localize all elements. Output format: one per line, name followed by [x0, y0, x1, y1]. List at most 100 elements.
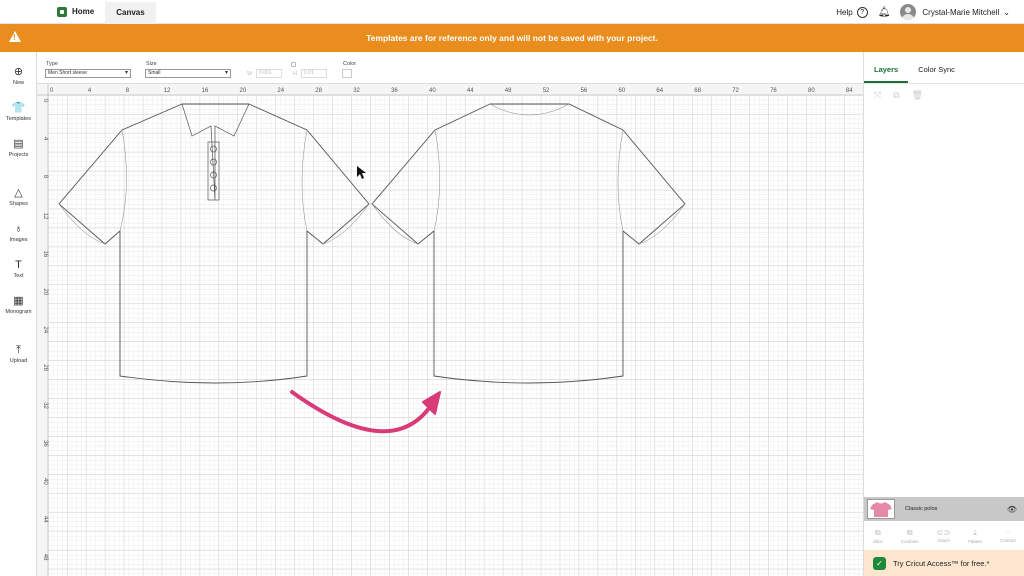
- sidebar-item-new[interactable]: ⊕ New: [0, 66, 37, 86]
- tab-home[interactable]: Home: [67, 0, 105, 24]
- sidebar-item-templates[interactable]: 👕 Templates: [0, 102, 37, 122]
- template-notice-banner: Templates are for reference only and wil…: [0, 24, 1024, 52]
- top-bar: Home Canvas Help ? 🔔︎ Crystal-Marie Mitc…: [0, 0, 1024, 24]
- layer-name: Classic polos: [905, 506, 938, 512]
- layer-action-toolbar: ⧉ Slice ⧉ Combine ⊂⊃ Attach ⤓ Flatten ◌ …: [864, 521, 1024, 550]
- trash-icon[interactable]: 🗑︎: [912, 90, 923, 101]
- user-name[interactable]: Crystal-Marie Mitchell: [922, 8, 999, 17]
- color-swatch[interactable]: [342, 69, 352, 78]
- layer-row[interactable]: Classic polos 👁︎: [864, 497, 1024, 521]
- sidebar-item-label: Text: [13, 273, 24, 279]
- banner-message: Templates are for reference only and wil…: [366, 33, 658, 43]
- sidebar-item-projects[interactable]: ▤ Projects: [0, 138, 37, 158]
- x-ruler-tick-label: 56: [581, 88, 588, 94]
- projects-icon: ▤: [13, 138, 24, 150]
- x-ruler-tick-label: 76: [770, 88, 777, 94]
- tab-canvas[interactable]: Canvas: [105, 0, 156, 24]
- y-ruler-tick-label: 24: [42, 326, 48, 333]
- tab-color-sync[interactable]: Color Sync: [908, 65, 965, 83]
- x-ruler-tick-label: 36: [391, 88, 398, 94]
- flatten-label: Flatten: [968, 538, 982, 544]
- x-ruler-tick-label: 64: [656, 88, 663, 94]
- layer-thumbnail: [867, 499, 895, 519]
- text-icon: T: [15, 259, 22, 271]
- x-ruler-tick-label: 20: [240, 88, 247, 94]
- x-ruler-tick-label: 24: [277, 88, 284, 94]
- height-field[interactable]: 0.01: [301, 69, 327, 78]
- eye-icon[interactable]: 👁︎: [1007, 505, 1017, 514]
- x-ruler-tick-label: 48: [505, 88, 512, 94]
- x-ruler-tick-label: 72: [732, 88, 739, 94]
- x-ruler-tick-label: 28: [315, 88, 322, 94]
- lock-icon[interactable]: [291, 62, 296, 67]
- left-sidebar: ⊕ New 👕 Templates ▤ Projects △ Shapes ♁ …: [0, 52, 37, 576]
- sidebar-item-label: Shapes: [9, 201, 28, 207]
- ungroup-icon[interactable]: ⤧: [874, 90, 881, 101]
- sidebar-item-label: Monogram: [5, 309, 32, 315]
- help-link[interactable]: Help: [836, 8, 852, 17]
- x-ruler-tick-label: 40: [429, 88, 436, 94]
- sidebar-item-label: Images: [9, 237, 28, 243]
- sidebar-item-shapes[interactable]: △ Shapes: [0, 187, 37, 207]
- canvas-svg[interactable]: 0 4 8 12 16 20 24 28 32 36 40 44 48 52 56 60 64 68 72 76 80 8…: [37, 84, 863, 576]
- template-property-bar: Type Men Short sleeve Size Small W 0.001…: [37, 52, 863, 84]
- duplicate-icon[interactable]: ⧉: [893, 90, 899, 101]
- x-ruler-tick-label: 44: [467, 88, 474, 94]
- cricut-access-icon: ✓: [873, 556, 886, 570]
- layers-panel-tabs: Layers Color Sync: [864, 52, 1024, 84]
- tab-layers[interactable]: Layers: [864, 65, 909, 83]
- x-ruler-tick-label: 60: [619, 88, 626, 94]
- sidebar-item-label: Upload: [9, 358, 28, 364]
- x-ruler-tick-label: 12: [164, 88, 171, 94]
- width-label: W: [247, 71, 253, 77]
- combine-button[interactable]: ⧉ Combine: [901, 528, 919, 544]
- height-label: H: [293, 71, 297, 77]
- cricut-access-promo[interactable]: ✓ Try Cricut Access™ for free.*: [864, 550, 1024, 576]
- type-label: Type: [46, 61, 58, 67]
- attach-button[interactable]: ⊂⊃ Attach: [937, 528, 950, 543]
- contour-button[interactable]: ◌ Contour: [1000, 528, 1016, 543]
- avatar[interactable]: [900, 4, 917, 20]
- sidebar-item-label: New: [12, 80, 24, 86]
- layers-panel: Layers Color Sync ⤧ ⧉ 🗑︎ Classic polos 👁…: [863, 52, 1024, 576]
- sidebar-item-upload[interactable]: ⤒ Upload: [0, 344, 37, 364]
- shapes-icon: △: [14, 187, 23, 199]
- bell-icon[interactable]: 🔔︎: [878, 7, 891, 18]
- lightbulb-icon: ♁: [14, 223, 23, 235]
- home-logo-icon[interactable]: [57, 6, 67, 17]
- access-promo-text: Try Cricut Access™ for free.*: [893, 558, 990, 568]
- combine-label: Combine: [900, 538, 919, 544]
- slice-button[interactable]: ⧉ Slice: [873, 528, 883, 544]
- width-field[interactable]: 0.001: [256, 69, 282, 78]
- x-ruler-tick-label: 16: [202, 88, 209, 94]
- y-ruler-tick-label: 32: [42, 402, 48, 409]
- sidebar-item-label: Templates: [5, 116, 32, 122]
- sidebar-item-monogram[interactable]: ▦ Monogram: [0, 295, 37, 315]
- size-select[interactable]: Small: [145, 69, 231, 78]
- chevron-down-icon[interactable]: ⌄: [1003, 8, 1010, 17]
- top-right-controls: Help ? 🔔︎ Crystal-Marie Mitchell ⌄: [836, 0, 1024, 24]
- sidebar-item-label: Projects: [8, 152, 29, 158]
- y-ruler-tick-label: 40: [42, 478, 48, 485]
- x-ruler-tick-label: 84: [846, 88, 853, 94]
- y-ruler-tick-label: 20: [42, 289, 48, 296]
- design-canvas[interactable]: 0 4 8 12 16 20 24 28 32 36 40 44 48 52 56 60 64 68 72 76 80 8…: [37, 84, 863, 576]
- y-ruler-tick-label: 44: [42, 516, 48, 523]
- y-ruler-tick-label: 12: [42, 213, 48, 220]
- type-select[interactable]: Men Short sleeve: [45, 69, 131, 78]
- shirt-icon: 👕: [11, 102, 26, 114]
- flatten-button[interactable]: ⤓ Flatten: [968, 528, 982, 544]
- contour-icon: ◌: [1005, 528, 1011, 537]
- grid-major: [48, 95, 863, 576]
- upload-icon: ⤒: [16, 344, 21, 356]
- x-ruler-tick-label: 80: [808, 88, 815, 94]
- help-icon[interactable]: ?: [856, 6, 868, 18]
- y-ruler-tick-label: 36: [42, 440, 48, 447]
- size-label: Size: [146, 61, 157, 67]
- sidebar-item-text[interactable]: T Text: [0, 259, 37, 279]
- y-ruler-tick-label: 16: [42, 251, 48, 258]
- x-ruler-tick-label: 32: [353, 88, 360, 94]
- contour-label: Contour: [999, 538, 1016, 543]
- sidebar-item-images[interactable]: ♁ Images: [0, 223, 37, 243]
- plus-circle-icon: ⊕: [13, 66, 24, 78]
